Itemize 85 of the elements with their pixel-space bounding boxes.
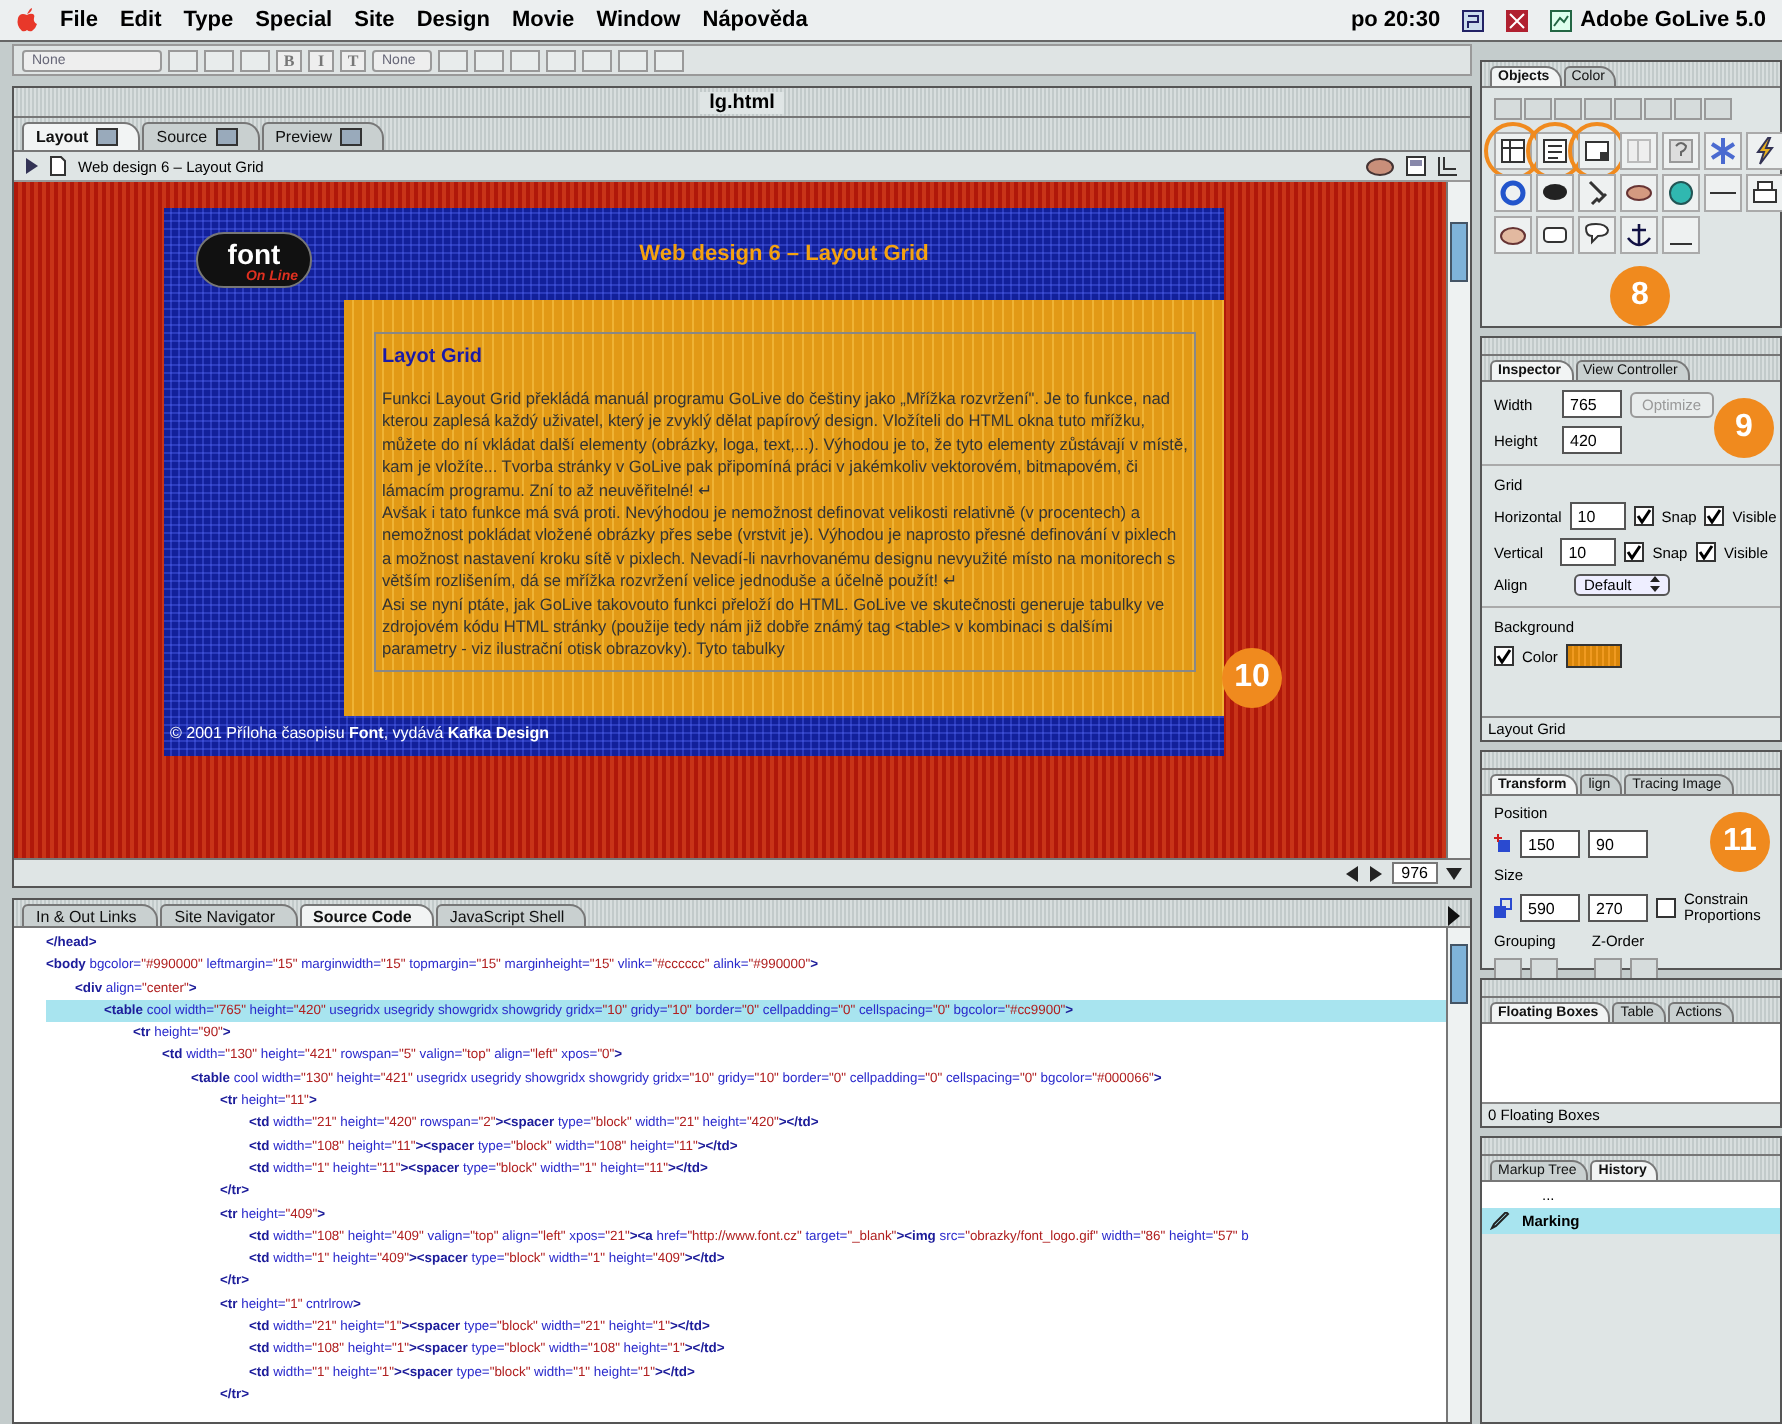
- size-field[interactable]: 420: [1562, 426, 1622, 454]
- floating-box-icon[interactable]: [1582, 136, 1612, 166]
- menu-item[interactable]: Site: [354, 8, 395, 32]
- position-icon: [1494, 834, 1512, 854]
- tab[interactable]: Preview: [261, 122, 385, 150]
- snowflake-icon[interactable]: [1708, 136, 1738, 166]
- window-size-field[interactable]: 976: [1391, 862, 1438, 884]
- tab[interactable]: Source Code: [299, 904, 434, 926]
- ungroup-icon[interactable]: [1530, 958, 1558, 980]
- view-icon: [340, 128, 363, 146]
- snap-checkbox[interactable]: [1633, 506, 1654, 526]
- anchor-icon[interactable]: [1624, 220, 1654, 250]
- page-heading: Web design 6 – Layout Grid: [637, 240, 931, 270]
- arrow-left-icon[interactable]: [1343, 865, 1360, 881]
- grid-step-field[interactable]: 10: [1569, 502, 1626, 530]
- disclosure-triangle-icon[interactable]: [26, 158, 38, 174]
- position-field[interactable]: 90: [1588, 830, 1648, 858]
- color-swatch[interactable]: [1565, 644, 1622, 668]
- view-icon: [96, 128, 119, 146]
- paragraph: Avšak i tato funkce má svá proti. Nevýhodou je nemožnost definovat velikosti relativně (v procentech) a nemožnost pokládat vložené obrázky přes sebe (vrstvit je). Výhodou je naprosto přesné definování v pixlech a možnost nastavení kroku sítě v pixlech. Nevadí-li navrhovanému designu nevyužité místo na monitorech s větším rozlišením, dá se mřížka rozvržení velice jednoduše a účelně použít! ↵: [382, 502, 1179, 594]
- paragraph: Asi se nyní ptáte, jak GoLive takovouto funkci přeloží do HTML. GoLive ve skutečnosti generuje tabulky ve zdrojovém kódu HTML stránky (použije tedy nám již dobře známý tag <table> v kombinaci s dalšími parametry - viz ilustrační otisk obrazovky). Tyto tabulky: [382, 593, 1167, 662]
- text-box-icon[interactable]: [1540, 136, 1570, 166]
- callout-badge: 11: [1710, 812, 1770, 872]
- panel-title-bar[interactable]: [1482, 980, 1780, 998]
- view-icon: [215, 128, 238, 146]
- bring-forward-icon[interactable]: [1594, 958, 1622, 980]
- panel-title-bar[interactable]: [1482, 752, 1780, 770]
- pencil-icon: [1490, 1212, 1510, 1230]
- updown-arrows-icon: [1650, 576, 1660, 592]
- tab[interactable]: Layout: [22, 122, 141, 150]
- arrow-right-icon[interactable]: [1367, 865, 1384, 881]
- snap-checkbox[interactable]: [1624, 542, 1645, 562]
- format-button[interactable]: B: [276, 49, 302, 71]
- page-icon: [50, 156, 66, 176]
- size-field[interactable]: 270: [1588, 894, 1648, 922]
- format-button[interactable]: T: [340, 49, 366, 71]
- callout-badge: 8: [1610, 266, 1670, 326]
- visible-checkbox[interactable]: [1696, 542, 1717, 562]
- app-name[interactable]: Adobe GoLive 5.0: [1580, 8, 1766, 32]
- window-title: lg.html: [699, 91, 785, 113]
- position-field[interactable]: 150: [1520, 830, 1580, 858]
- callout-badge: 10: [1222, 648, 1282, 708]
- send-back-icon[interactable]: [1630, 958, 1658, 980]
- menu-item[interactable]: Design: [416, 8, 490, 32]
- tab[interactable]: JavaScript Shell: [435, 904, 587, 926]
- menu-item[interactable]: Nápověda: [702, 8, 808, 32]
- speech-bubble-icon[interactable]: [1582, 220, 1612, 250]
- printer-icon[interactable]: [1750, 178, 1780, 208]
- panel-title-bar[interactable]: [1482, 1138, 1780, 1156]
- vertical-scrollbar[interactable]: [1446, 928, 1470, 1422]
- size-field[interactable]: 590: [1520, 894, 1580, 922]
- group-icon[interactable]: [1494, 958, 1522, 980]
- tab[interactable]: Site Navigator: [160, 904, 297, 926]
- panel-title-bar[interactable]: [1482, 338, 1780, 356]
- lightning-icon[interactable]: [1750, 136, 1780, 166]
- apple-icon[interactable]: [16, 8, 38, 32]
- menu-item[interactable]: Special: [255, 8, 333, 32]
- menu-item[interactable]: File: [60, 8, 98, 32]
- layout-grid-icon[interactable]: [1498, 136, 1528, 166]
- visible-checkbox[interactable]: [1704, 506, 1725, 526]
- window-icon[interactable]: [1406, 156, 1426, 176]
- constrain-checkbox[interactable]: [1656, 898, 1676, 918]
- format-button[interactable]: I: [308, 49, 334, 71]
- page-footer: © 2001 Příloha časopisu Font, vydává Kafka Design: [164, 715, 1224, 756]
- dropdown-arrow-icon[interactable]: [1446, 867, 1462, 879]
- menu-item[interactable]: Edit: [119, 8, 162, 32]
- question-icon[interactable]: [1666, 136, 1696, 166]
- color-checkbox[interactable]: [1494, 646, 1514, 666]
- callout-badge: 9: [1714, 398, 1774, 458]
- paragraph: Funkci Layout Grid překládá manuál programu GoLive do češtiny jako „Mřížka rozvržení". Je to funkce, nad kterou zaplesá každý uživatel, který je zvyklý dělat papírový design. Vložíteli do HTML okna tuto mřížku, můžete do ní vkládat další elementy (obrázky, loga, text,...). Výhodou je to, že tyto elementy zůstávají v místě, kam je vložíte... Tvorba stránky v GoLive pak připomíná práci v jakémkoliv vektorovém, bitmapovém, či lámacím programu. Zní to až neuvěřitelné! ↵: [382, 388, 1188, 503]
- sphere-icon[interactable]: [1666, 178, 1696, 208]
- vertical-scrollbar[interactable]: [1446, 182, 1470, 858]
- clock: po 20:30: [1350, 8, 1441, 32]
- menu-item[interactable]: Window: [596, 8, 681, 32]
- tab[interactable]: In & Out Links: [22, 904, 159, 926]
- arrow-right-icon[interactable]: [1446, 906, 1462, 926]
- menu-item[interactable]: Type: [183, 8, 234, 32]
- menu-item[interactable]: Movie: [512, 8, 575, 32]
- size-icon: [1494, 898, 1512, 918]
- box-title: Layot Grid: [382, 346, 485, 368]
- oval-icon[interactable]: [1366, 157, 1394, 175]
- tab[interactable]: Source: [142, 122, 260, 150]
- size-field[interactable]: 765: [1562, 390, 1622, 418]
- app-icon[interactable]: [1550, 9, 1573, 31]
- grid-step-field[interactable]: 10: [1560, 538, 1617, 566]
